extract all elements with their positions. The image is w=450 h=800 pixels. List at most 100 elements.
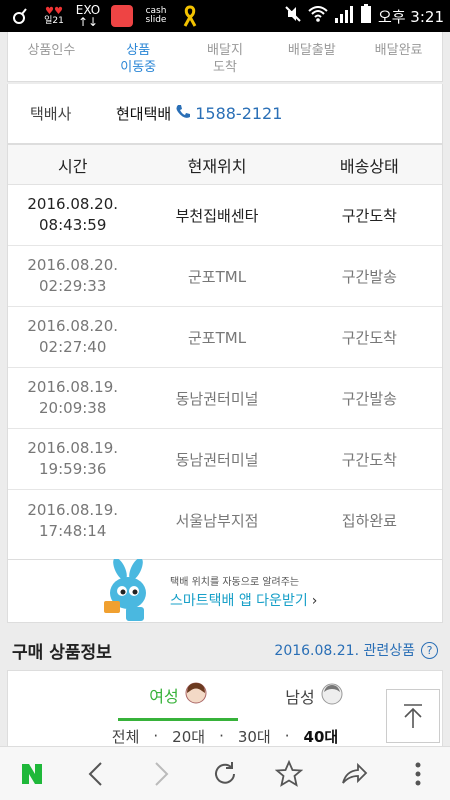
age-option[interactable]: 20대 — [172, 726, 205, 747]
tab-female[interactable]: 여성 — [118, 671, 238, 721]
gender-tabs: 여성 남성 — [8, 671, 442, 721]
row-clock: 08:43:59 — [39, 216, 107, 234]
tab-male-label: 남성 — [285, 688, 315, 707]
exo-logo-icon: EXO ↑↓ — [75, 3, 101, 29]
row-date: 2016.08.19. — [27, 439, 119, 457]
wifi-icon — [308, 6, 328, 26]
step-delivered: 배달완료 — [374, 43, 423, 58]
cash-slide-icon: cash slide — [145, 6, 167, 25]
row-location: 군포TML — [188, 328, 247, 347]
page-content: 상품인수 상품 이동중 배달지 도착 배달출발 배달완료 택배사 현대택배 15… — [0, 32, 450, 746]
carrier-phone-number: 1588-2121 — [195, 104, 283, 123]
row-clock: 19:59:36 — [39, 460, 107, 478]
notification-icon-1 — [6, 3, 34, 29]
naver-home-button[interactable] — [10, 752, 54, 796]
forward-button[interactable] — [139, 752, 183, 796]
step-picked-up: 상품인수 — [27, 43, 76, 58]
delivery-progress-steps: 상품인수 상품 이동중 배달지 도착 배달출발 배달완료 — [7, 32, 443, 82]
row-status: 구간도착 — [341, 206, 397, 225]
chevron-right-icon: › — [311, 592, 318, 609]
carrier-row: 택배사 현대택배 1588-2121 — [7, 84, 443, 144]
star-icon — [275, 759, 304, 787]
row-status: 구간도착 — [341, 328, 397, 347]
app-icon-red — [108, 3, 136, 29]
age-filter: 전체 · 20대 · 30대 · 40대 — [111, 726, 339, 747]
share-icon — [341, 762, 367, 784]
status-bar: ♥♥ 일21 EXO ↑↓ cash slide 오후 3:21 — [0, 0, 450, 32]
smart-delivery-app-banner[interactable]: 택배 위치를 자동으로 알려주는 스마트택배 앱 다운받기 › — [7, 557, 443, 623]
age-option[interactable]: 전체 — [112, 726, 140, 747]
clock: 오후 3:21 — [377, 7, 444, 26]
row-status: 구간발송 — [341, 389, 397, 408]
browser-toolbar — [0, 746, 450, 800]
table-row: 2016.08.20. 02:29:33 군포TML 구간발송 — [8, 246, 442, 307]
row-date: 2016.08.20. — [27, 195, 119, 213]
banner-subtitle: 택배 위치를 자동으로 알려주는 — [170, 576, 300, 588]
naver-logo-icon — [22, 763, 43, 784]
phone-icon — [175, 104, 191, 124]
age-option-selected[interactable]: 40대 — [304, 726, 339, 747]
row-location: 동남권터미널 — [175, 389, 259, 408]
row-location: 부천집배센타 — [175, 206, 259, 225]
table-header: 시간 현재위치 배송상태 — [8, 145, 442, 185]
row-time: 2016.08.20. 02:27:40 — [8, 316, 137, 358]
row-date: 2016.08.20. — [27, 317, 119, 335]
tracking-table: 시간 현재위치 배송상태 2016.08.20. 08:43:59 부천집배센타 … — [7, 144, 443, 584]
row-time: 2016.08.19. 17:48:14 — [8, 500, 137, 542]
banner-title: 스마트택배 앱 다운받기 — [170, 592, 308, 609]
row-location: 서울남부지점 — [175, 512, 259, 530]
row-date: 2016.08.19. — [27, 500, 119, 519]
calendar-badge-icon: ♥♥ 일21 — [44, 5, 64, 26]
ribbon-icon — [176, 3, 204, 29]
battery-icon — [360, 4, 372, 28]
table-row: 2016.08.20. 02:27:40 군포TML 구간도착 — [8, 307, 442, 368]
row-time: 2016.08.20. 02:29:33 — [8, 255, 137, 297]
row-clock: 02:29:33 — [39, 277, 107, 295]
step-out-for-delivery: 배달출발 — [287, 43, 336, 58]
row-date: 2016.08.19. — [27, 378, 119, 396]
row-time: 2016.08.20. 08:43:59 — [8, 194, 137, 236]
row-status: 구간도착 — [341, 450, 397, 469]
table-row: 2016.08.19. 19:59:36 동남권터미널 구간도착 — [8, 429, 442, 490]
row-time: 2016.08.19. 20:09:38 — [8, 377, 137, 419]
row-clock: 17:48:14 — [39, 521, 107, 540]
banner-link[interactable]: 스마트택배 앱 다운받기 › — [170, 590, 317, 610]
mascot-icon — [90, 557, 160, 623]
age-option[interactable]: 30대 — [238, 726, 271, 747]
row-location: 동남권터미널 — [175, 450, 259, 469]
row-date: 2016.08.20. — [27, 256, 119, 274]
step-arrived: 배달지 도착 — [207, 43, 243, 75]
step-in-transit: 상품 이동중 — [120, 43, 157, 75]
banner-text: 택배 위치를 자동으로 알려주는 스마트택배 앱 다운받기 › — [170, 573, 317, 610]
row-time: 2016.08.19. 19:59:36 — [8, 438, 137, 480]
chevron-right-icon — [154, 761, 169, 786]
refresh-button[interactable] — [203, 752, 247, 796]
info-icon[interactable]: ? — [421, 641, 438, 659]
male-avatar-icon — [321, 683, 343, 709]
more-menu-button[interactable] — [396, 752, 440, 796]
tab-female-label: 여성 — [149, 686, 179, 706]
header-time: 시간 — [57, 156, 88, 176]
tab-male[interactable]: 남성 — [254, 671, 374, 721]
more-vertical-icon — [415, 762, 421, 785]
refresh-icon — [215, 761, 235, 784]
bookmark-button[interactable] — [267, 752, 311, 796]
row-status: 집하완료 — [341, 512, 397, 530]
carrier-label: 택배사 — [30, 105, 72, 123]
share-button[interactable] — [332, 752, 376, 796]
table-row: 2016.08.19. 20:09:38 동남권터미널 구간발송 — [8, 368, 442, 429]
carrier-name: 현대택배 — [116, 105, 172, 123]
carrier-phone-link[interactable]: 1588-2121 — [175, 104, 282, 124]
table-row: 2016.08.20. 08:43:59 부천집배센타 구간도착 — [8, 185, 442, 246]
arrow-up-icon — [404, 704, 422, 728]
scroll-to-top-button[interactable] — [386, 689, 440, 743]
gender-age-panel: 여성 남성 전체 · 20대 · 30대 · 40대 — [7, 670, 443, 746]
signal-icon — [334, 5, 354, 27]
row-clock: 02:27:40 — [39, 338, 107, 356]
section-title: 구매 상품정보 — [12, 642, 112, 663]
product-info-header: 구매 상품정보 2016.08.21. 관련상품 ? — [0, 630, 450, 670]
related-products-link[interactable]: 2016.08.21. 관련상품 — [274, 640, 415, 660]
female-avatar-icon — [185, 682, 207, 708]
chevron-left-icon — [89, 761, 103, 786]
back-button[interactable] — [74, 752, 118, 796]
